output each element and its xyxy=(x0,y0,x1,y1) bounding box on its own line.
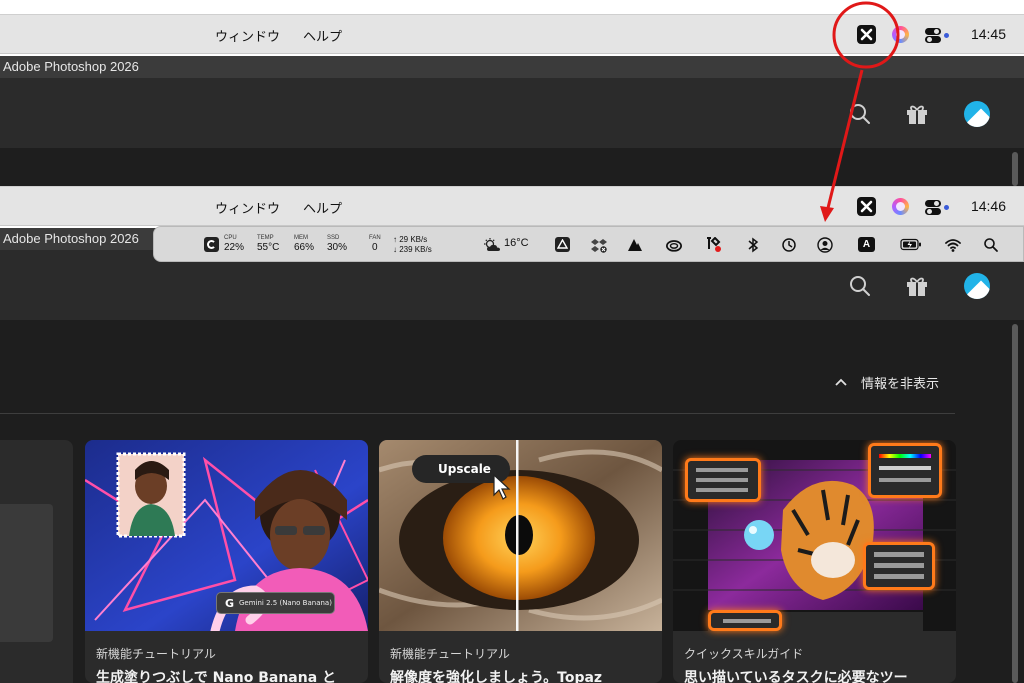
annotation-overlay xyxy=(820,1,900,222)
screenshot-stage: ウィンドウ ヘルプ 14:45 Adobe Photoshop 2026 ウィン… xyxy=(0,0,1024,683)
annotation-arrow-line xyxy=(825,69,864,213)
annotation-arrowhead xyxy=(820,206,834,222)
highlight-circle xyxy=(832,1,900,69)
